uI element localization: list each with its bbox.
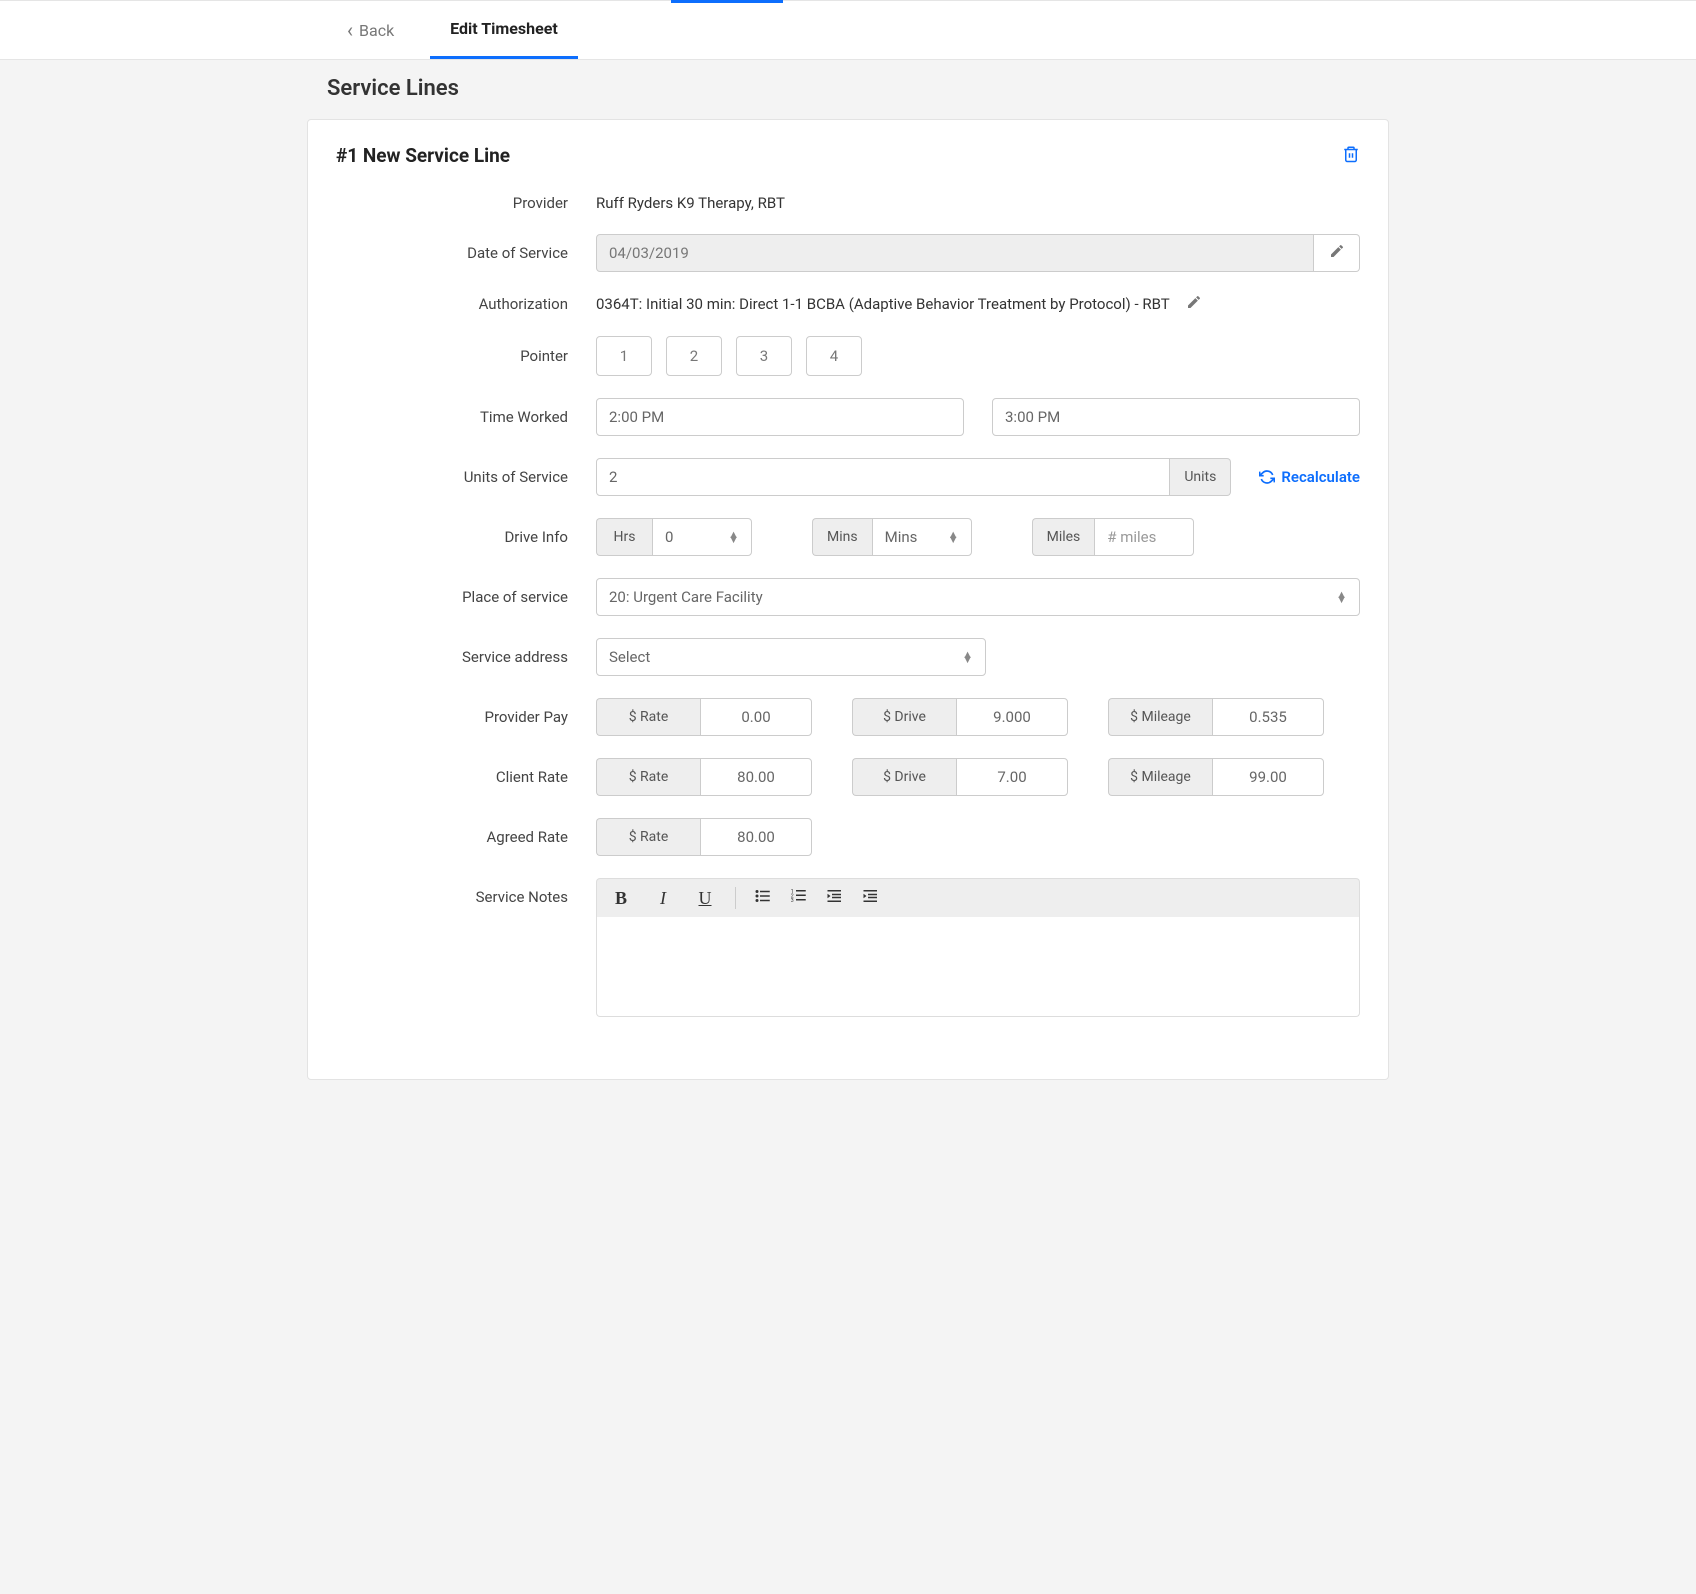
svg-text:3: 3 [791,898,794,904]
italic-button[interactable]: I [651,888,675,909]
time-end-input[interactable]: 3:00 PM [992,398,1360,436]
drive-miles-input[interactable]: # miles [1094,518,1194,556]
units-addon: Units [1170,458,1231,496]
miles-addon: Miles [1032,518,1095,556]
authorization-label: Authorization [336,295,596,313]
delete-icon[interactable] [1342,144,1360,168]
select-arrow-icon: ▲▼ [948,532,959,543]
richtext-toolbar: B I U 123 [596,878,1360,917]
agreed-rate-label: Agreed Rate [336,828,596,846]
client-mileage-input[interactable]: 99.00 [1212,758,1324,796]
client-rate-label: Client Rate [336,768,596,786]
service-line-card: #1 New Service Line Provider Ruff Ryders… [307,119,1389,1080]
rate-addon: $ Rate [596,698,700,736]
chevron-left-icon: ‹ [347,20,353,40]
edit-date-button[interactable] [1314,234,1360,272]
pointer-input-4[interactable]: 4 [806,336,862,376]
mins-addon: Mins [812,518,872,556]
place-of-service-label: Place of service [336,588,596,606]
time-start-input[interactable]: 2:00 PM [596,398,964,436]
card-title: #1 New Service Line [336,144,510,167]
authorization-value: 0364T: Initial 30 min: Direct 1-1 BCBA (… [596,295,1170,313]
mileage-addon: $ Mileage [1108,758,1212,796]
drive-mins-select[interactable]: Mins ▲▼ [872,518,972,556]
numbered-list-button[interactable]: 123 [790,887,808,909]
tab-edit-timesheet[interactable]: Edit Timesheet [430,1,578,59]
bullet-list-button[interactable] [754,887,772,909]
refresh-icon [1259,469,1275,485]
mileage-addon: $ Mileage [1108,698,1212,736]
provider-value: Ruff Ryders K9 Therapy, RBT [596,194,785,212]
drive-addon: $ Drive [852,758,956,796]
tab-label: Edit Timesheet [450,19,558,38]
place-of-service-select[interactable]: 20: Urgent Care Facility ▲▼ [596,578,1360,616]
drive-hrs-select[interactable]: 0 ▲▼ [652,518,752,556]
date-label: Date of Service [336,244,596,262]
provider-mileage-input[interactable]: 0.535 [1212,698,1324,736]
recalculate-button[interactable]: Recalculate [1259,468,1360,486]
client-rate-input[interactable]: 80.00 [700,758,812,796]
provider-rate-input[interactable]: 0.00 [700,698,812,736]
units-label: Units of Service [336,468,596,486]
provider-label: Provider [336,194,596,212]
indent-button[interactable] [862,887,880,909]
service-notes-label: Service Notes [336,878,596,906]
provider-drive-input[interactable]: 9.000 [956,698,1068,736]
service-notes-textarea[interactable] [596,917,1360,1017]
rate-addon: $ Rate [596,758,700,796]
select-arrow-icon: ▲▼ [728,532,739,543]
pointer-label: Pointer [336,347,596,365]
bold-button[interactable]: B [609,888,633,909]
underline-button[interactable]: U [693,888,717,909]
pointer-input-3[interactable]: 3 [736,336,792,376]
service-address-label: Service address [336,648,596,666]
pointer-input-2[interactable]: 2 [666,336,722,376]
edit-authorization-button[interactable] [1186,294,1202,314]
select-arrow-icon: ▲▼ [962,652,973,663]
outdent-button[interactable] [826,887,844,909]
toolbar-separator [735,887,736,909]
agreed-rate-input[interactable]: 80.00 [700,818,812,856]
recalculate-label: Recalculate [1281,468,1360,486]
client-drive-input[interactable]: 7.00 [956,758,1068,796]
back-label: Back [359,21,394,40]
rate-addon: $ Rate [596,818,700,856]
back-button[interactable]: ‹ Back [307,2,414,58]
date-input: 04/03/2019 [596,234,1314,272]
time-worked-label: Time Worked [336,408,596,426]
select-arrow-icon: ▲▼ [1336,592,1347,603]
drive-info-label: Drive Info [336,528,596,546]
page-title: Service Lines [307,60,1389,119]
units-input[interactable]: 2 [596,458,1170,496]
service-address-select[interactable]: Select ▲▼ [596,638,986,676]
pencil-icon [1329,243,1345,263]
drive-addon: $ Drive [852,698,956,736]
hrs-addon: Hrs [596,518,652,556]
provider-pay-label: Provider Pay [336,708,596,726]
pointer-input-1[interactable]: 1 [596,336,652,376]
